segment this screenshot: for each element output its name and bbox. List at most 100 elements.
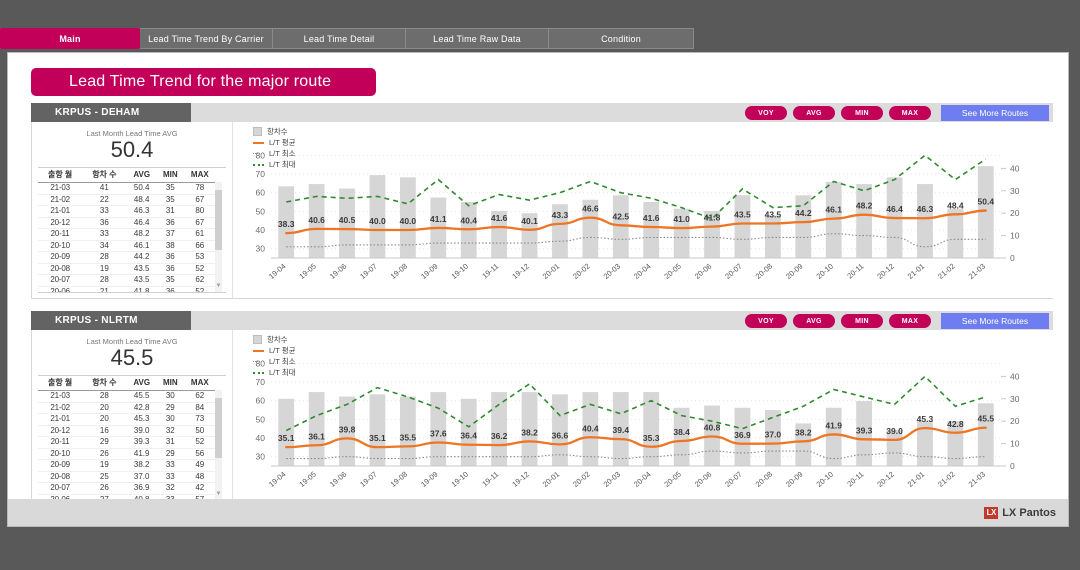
table-row[interactable]: 21-02 22 48.4 35 67 [38, 194, 216, 206]
table-row[interactable]: 20-08 19 43.5 36 52 [38, 263, 216, 275]
table-row[interactable]: 21-01 20 45.3 30 73 [38, 413, 216, 426]
table-cell: 29 [82, 436, 127, 449]
table-cell: 38.2 [126, 459, 157, 472]
svg-text:40.5: 40.5 [339, 215, 356, 225]
table-cell: 50.4 [126, 182, 157, 195]
table-cell: 52 [183, 286, 216, 292]
page-title-text: Lead Time Trend for the major route [69, 73, 332, 90]
kpi-value: 50.4 [110, 137, 154, 162]
svg-text:19-10: 19-10 [450, 470, 470, 489]
panel-actions: VOY AVG MIN MAX See More Routes [745, 105, 1049, 121]
table-cell: 20-12 [38, 425, 83, 437]
table-cell: 67 [183, 194, 216, 206]
see-more-routes-button[interactable]: See More Routes [941, 105, 1049, 121]
scroll-down-arrow[interactable]: ▼ [215, 282, 222, 290]
svg-text:39.4: 39.4 [613, 425, 630, 435]
svg-text:40: 40 [256, 225, 266, 235]
line-swatch-icon [253, 141, 264, 144]
table-row[interactable]: 21-03 41 50.4 35 78 [38, 182, 216, 195]
main-tab-bar: Main Lead Time Trend By Carrier Lead Tim… [0, 28, 694, 49]
avg-button[interactable]: AVG [793, 314, 835, 328]
trend-chart-krpus-nlrtm[interactable]: 항차수 L/T 평균 L/T 최소 L/T 최대 30 40 50 60 70 80 0 10… [232, 330, 1053, 506]
svg-text:10: 10 [1010, 439, 1020, 449]
chart-canvas: 30405060708001020304038.3 40.6 40.5 40.0 40.… [256, 150, 1020, 281]
table-row[interactable]: 20-06 21 41.8 36 52 [38, 286, 216, 292]
avg-button[interactable]: AVG [793, 106, 835, 120]
table-cell: 35 [156, 194, 184, 206]
svg-text:19-10: 19-10 [450, 262, 470, 281]
svg-text:39.3: 39.3 [856, 425, 873, 435]
svg-text:46.4: 46.4 [886, 204, 903, 214]
table-cell: 36 [156, 286, 184, 292]
svg-text:20-08: 20-08 [754, 262, 774, 281]
tab-main[interactable]: Main [0, 28, 140, 49]
panel-header: KRPUS - DEHAM VOY AVG MIN MAX See More R… [31, 103, 1053, 122]
table-row[interactable]: 20-11 29 39.3 31 52 [38, 436, 216, 449]
table-cell: 20-09 [38, 251, 83, 264]
bar-swatch-icon [253, 335, 262, 344]
tab-lead-time-trend-by-carrier[interactable]: Lead Time Trend By Carrier [140, 28, 273, 49]
table-cell: 29 [156, 402, 184, 414]
brand-name: LX Pantos [1002, 506, 1056, 519]
legend-label: 항차수 [267, 127, 288, 136]
scrollbar-thumb[interactable] [215, 398, 222, 458]
table-cell: 21-01 [38, 413, 83, 426]
table-cell: 37 [156, 228, 184, 241]
table-row[interactable]: 20-12 16 39.0 32 50 [38, 425, 216, 437]
svg-text:19-05: 19-05 [297, 470, 317, 489]
table-cell: 32 [156, 482, 184, 495]
svg-text:37.6: 37.6 [430, 428, 447, 438]
min-button[interactable]: MIN [841, 106, 883, 120]
voy-button[interactable]: VOY [745, 314, 787, 328]
svg-text:19-12: 19-12 [510, 470, 530, 489]
route-panel-krpus-nlrtm: KRPUS - NLRTM VOY AVG MIN MAX See More R… [31, 311, 1053, 507]
voy-button[interactable]: VOY [745, 106, 787, 120]
line-swatch-icon [253, 349, 264, 352]
max-button[interactable]: MAX [889, 314, 931, 328]
table-row[interactable]: 20-08 25 37.0 33 48 [38, 471, 216, 483]
table-cell: 21 [82, 286, 127, 292]
table-row[interactable]: 20-09 19 38.2 33 49 [38, 459, 216, 472]
scroll-down-arrow[interactable]: ▼ [215, 490, 222, 498]
table-row[interactable]: 20-10 26 41.9 29 56 [38, 448, 216, 460]
table-row[interactable]: 20-11 33 48.2 37 61 [38, 228, 216, 241]
svg-text:36.1: 36.1 [308, 431, 325, 441]
route-panel-krpus-deham: KRPUS - DEHAM VOY AVG MIN MAX See More R… [31, 103, 1053, 299]
table-cell: 19 [82, 263, 127, 275]
svg-text:19-07: 19-07 [358, 262, 378, 281]
svg-text:60: 60 [256, 396, 266, 406]
table-cell: 22 [82, 194, 127, 206]
max-button[interactable]: MAX [889, 106, 931, 120]
table-cell: 20 [82, 413, 127, 426]
see-more-routes-button[interactable]: See More Routes [941, 313, 1049, 329]
svg-text:40.8: 40.8 [704, 423, 721, 433]
table-row[interactable]: 21-01 33 46.3 31 80 [38, 205, 216, 218]
tab-lead-time-raw-data[interactable]: Lead Time Raw Data [406, 28, 549, 49]
table-row[interactable]: 21-02 20 42.8 29 84 [38, 402, 216, 414]
table-cell: 62 [183, 274, 216, 287]
table-row[interactable]: 20-12 36 46.4 36 67 [38, 217, 216, 229]
table-row[interactable]: 21-03 28 45.5 30 62 [38, 390, 216, 403]
svg-text:20-12: 20-12 [875, 262, 895, 281]
table-row[interactable]: 20-07 28 43.5 35 62 [38, 274, 216, 287]
table-cell: 80 [183, 205, 216, 218]
table-cell: 41.8 [126, 286, 157, 292]
table-cell: 45.3 [126, 413, 157, 426]
svg-text:20: 20 [1010, 416, 1020, 426]
svg-text:20: 20 [1010, 208, 1020, 218]
table-row[interactable]: 20-10 34 46.1 38 66 [38, 240, 216, 252]
scrollbar-thumb[interactable] [215, 190, 222, 250]
table-column-header: 항차 수 [82, 168, 127, 183]
tab-lead-time-detail[interactable]: Lead Time Detail [273, 28, 406, 49]
table-row[interactable]: 20-09 28 44.2 36 53 [38, 251, 216, 264]
table-cell: 78 [183, 182, 216, 195]
trend-chart-krpus-deham[interactable]: 항차수 L/T 평균 L/T 최소 L/T 최대 30 40 50 60 70 80 0 10… [232, 122, 1053, 298]
legend-label: L/T 최대 [269, 368, 296, 377]
table-row[interactable]: 20-07 26 36.9 32 42 [38, 482, 216, 495]
svg-text:46.3: 46.3 [917, 204, 934, 214]
min-button[interactable]: MIN [841, 314, 883, 328]
summary-column: Last Month Lead Time AVG 50.4 출항 월 항차 수 AV… [32, 122, 232, 298]
table-column-header: 항차 수 [82, 376, 127, 391]
tab-condition[interactable]: Condition [549, 28, 694, 49]
tab-label: Main [59, 33, 81, 44]
